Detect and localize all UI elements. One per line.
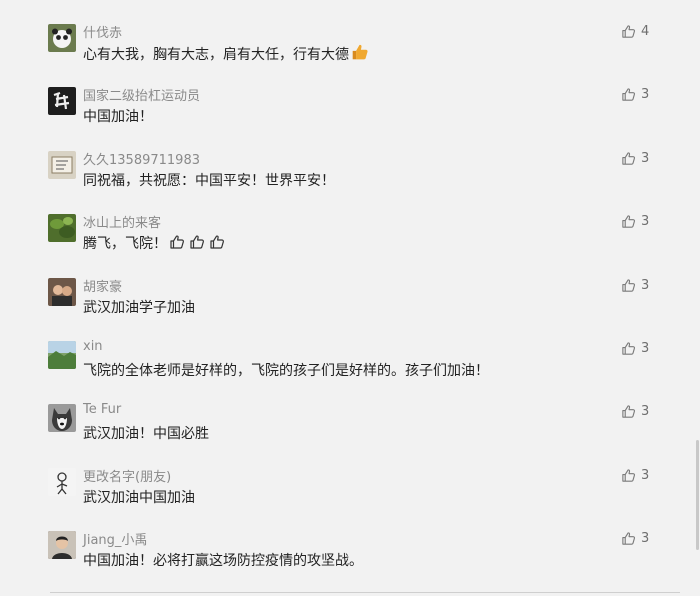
comment-username[interactable]: 更改名字(朋友)	[83, 466, 171, 485]
like-button[interactable]: 3	[621, 276, 649, 294]
like-icon[interactable]	[621, 87, 641, 102]
comment-item: 国家二级抬杠运动员 中国加油！ 3	[0, 81, 690, 144]
comment-text-content: 武汉加油中国加油	[83, 490, 195, 506]
like-count: 3	[641, 403, 650, 419]
like-count: 4	[641, 23, 650, 39]
comment-username[interactable]: 什伐赤	[83, 22, 122, 41]
comment-text: 武汉加油中国加油	[83, 487, 195, 507]
like-button[interactable]: 3	[621, 466, 649, 484]
comment-text-content: 中国加油！必将打赢这场防控疫情的攻坚战。	[83, 553, 363, 569]
like-icon[interactable]	[621, 341, 641, 356]
landscape-avatar-icon[interactable]	[48, 341, 76, 369]
comment-item: 冰山上的来客 腾飞，飞院！ 3	[0, 208, 690, 271]
like-button[interactable]: 3	[621, 402, 649, 420]
thumbs-up-emoji-group	[169, 234, 229, 254]
like-count: 3	[641, 86, 650, 102]
comment-username[interactable]: 久久13589711983	[83, 149, 200, 168]
comment-text-content: 武汉加油！中国必胜	[83, 426, 209, 442]
like-icon[interactable]	[621, 151, 641, 166]
comment-text-content: 中国加油！	[83, 109, 153, 125]
like-button[interactable]: 3	[621, 149, 649, 167]
comment-username[interactable]: xin	[83, 339, 103, 354]
husky-dog-avatar-icon[interactable]	[48, 404, 76, 432]
comment-text: 武汉加油！中国必胜	[83, 423, 209, 443]
comment-text: 武汉加油学子加油	[83, 297, 195, 317]
thumbs-up-emoji-icon	[351, 43, 373, 65]
comment-text: 中国加油！必将打赢这场防控疫情的攻坚战。	[83, 550, 363, 570]
thumbs-up-outline-emoji-icon	[169, 235, 189, 254]
person-sketch-avatar-icon[interactable]	[48, 468, 76, 496]
comment-item: Jiang_小禹中国加油！必将打赢这场防控疫情的攻坚战。 3	[0, 525, 690, 588]
comment-item: 胡家豪武汉加油学子加油 3	[0, 272, 690, 335]
comment-username[interactable]: Jiang_小禹	[83, 529, 147, 548]
comment-item: 什伐赤心有大我，胸有大志，肩有大任，行有大德 4	[0, 18, 690, 81]
comment-username[interactable]: 胡家豪	[83, 276, 122, 295]
comment-item: xin 飞院的全体老师是好样的，飞院的孩子们是好样的。孩子们加油！ 3	[0, 335, 690, 398]
like-icon[interactable]	[621, 24, 641, 39]
like-button[interactable]: 4	[621, 22, 649, 40]
comment-text-content: 飞院的全体老师是好样的，飞院的孩子们是好样的。孩子们加油！	[83, 363, 489, 379]
panda-avatar-icon[interactable]	[48, 24, 76, 52]
bottom-divider	[50, 592, 680, 593]
like-icon[interactable]	[621, 531, 641, 546]
comment-text-content: 同祝福，共祝愿：中国平安！世界平安！	[83, 173, 335, 189]
like-count: 3	[641, 213, 650, 229]
comment-username[interactable]: 国家二级抬杠运动员	[83, 85, 200, 104]
like-button[interactable]: 3	[621, 339, 649, 357]
like-count: 3	[641, 467, 650, 483]
like-button[interactable]: 3	[621, 85, 649, 103]
comment-item: Te Fur 武汉加油！中国必胜 3	[0, 398, 690, 461]
portrait-avatar-icon[interactable]	[48, 531, 76, 559]
like-count: 3	[641, 340, 650, 356]
thumbs-up-outline-emoji-icon	[189, 235, 209, 254]
green-leaves-avatar-icon[interactable]	[48, 214, 76, 242]
like-icon[interactable]	[621, 468, 641, 483]
comment-username[interactable]: Te Fur	[83, 402, 121, 417]
like-button[interactable]: 3	[621, 529, 649, 547]
scroll-avatar-icon[interactable]	[48, 151, 76, 179]
comment-text: 飞院的全体老师是好样的，飞院的孩子们是好样的。孩子们加油！	[83, 360, 489, 380]
like-icon[interactable]	[621, 214, 641, 229]
thumbs-up-outline-emoji-icon	[209, 235, 229, 254]
couple-photo-avatar-icon[interactable]	[48, 278, 76, 306]
like-count: 3	[641, 150, 650, 166]
like-button[interactable]: 3	[621, 212, 649, 230]
calligraphy-avatar-icon[interactable]	[48, 87, 76, 115]
comment-text-content: 腾飞，飞院！	[83, 236, 167, 252]
comment-text-content: 武汉加油学子加油	[83, 300, 195, 316]
comment-text: 心有大我，胸有大志，肩有大任，行有大德	[83, 43, 373, 65]
like-count: 3	[641, 277, 650, 293]
comment-item: 更改名字(朋友) 武汉加油中国加油 3	[0, 462, 690, 525]
comment-text-content: 心有大我，胸有大志，肩有大任，行有大德	[83, 47, 349, 63]
like-count: 3	[641, 530, 650, 546]
comment-username[interactable]: 冰山上的来客	[83, 212, 161, 231]
comment-item: 久久13589711983 同祝福，共祝愿：中国平安！世界平安！ 3	[0, 145, 690, 208]
comment-text: 腾飞，飞院！	[83, 233, 229, 254]
like-icon[interactable]	[621, 404, 641, 419]
like-icon[interactable]	[621, 278, 641, 293]
scrollbar-thumb[interactable]	[696, 440, 699, 550]
comment-text: 同祝福，共祝愿：中国平安！世界平安！	[83, 170, 335, 190]
comment-text: 中国加油！	[83, 106, 153, 126]
